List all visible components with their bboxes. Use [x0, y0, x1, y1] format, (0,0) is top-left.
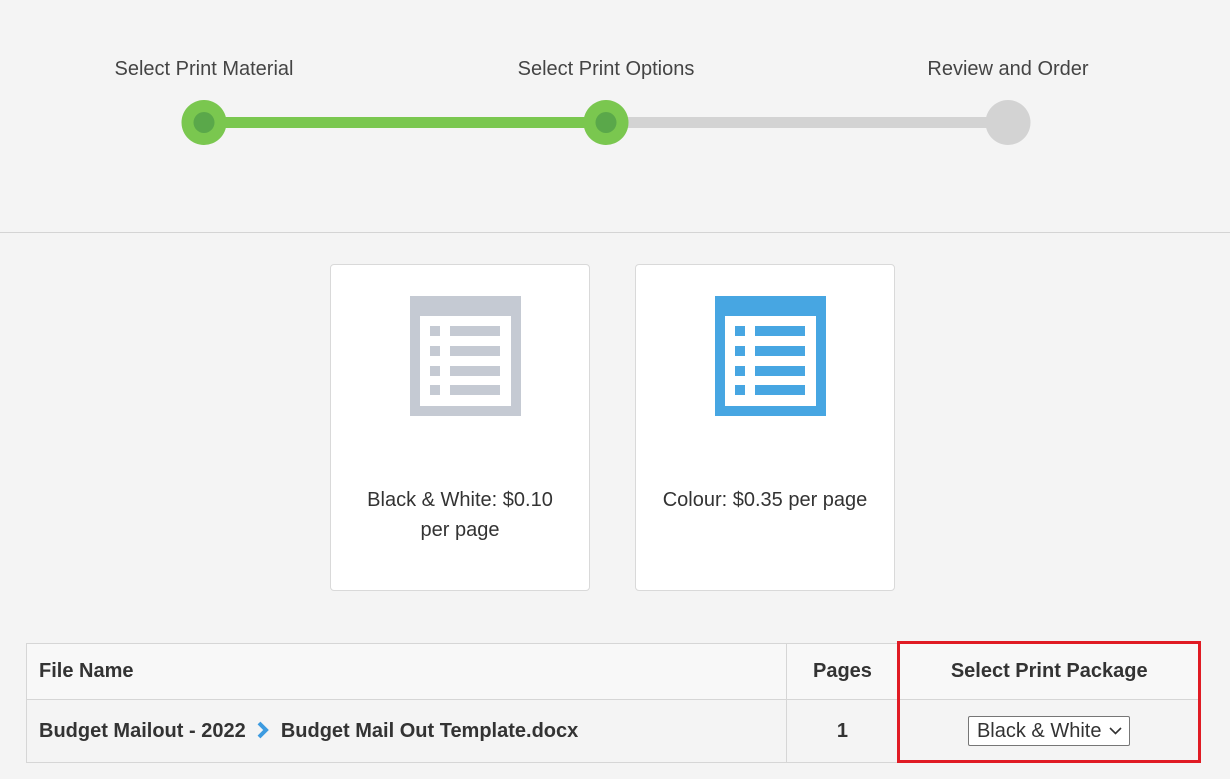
step-label-select-print-options: Select Print Options — [517, 58, 695, 80]
file-name-cell: Budget Mailout - 2022 Budget Mail Out Te… — [26, 699, 787, 763]
column-header-file-name: File Name — [26, 643, 787, 700]
progress-track-pending — [606, 117, 1008, 128]
option-card-black-white[interactable]: Black & White: $0.10 per page — [330, 264, 590, 591]
column-header-print-package: Select Print Package — [898, 643, 1200, 700]
files-table: File Name Pages Select Print Package Bud… — [26, 643, 1200, 763]
progress-track-complete — [204, 117, 606, 128]
table-header-row: File Name Pages Select Print Package — [26, 643, 1200, 700]
print-package-selected-value: Black & White — [976, 719, 1102, 742]
step-label-select-print-material: Select Print Material — [114, 58, 294, 80]
step-node-current — [583, 100, 629, 145]
table-row: Budget Mailout - 2022 Budget Mail Out Te… — [26, 699, 1200, 763]
document-list-icon — [715, 296, 826, 416]
step-label-review-and-order: Review and Order — [927, 58, 1089, 80]
step-node-pending — [985, 100, 1031, 145]
section-divider — [0, 232, 1230, 233]
option-label-black-white: Black & White: $0.10 per page — [367, 489, 553, 541]
option-label-colour: Colour: $0.35 per page — [662, 489, 868, 511]
document-list-icon — [410, 296, 521, 416]
pages-cell: 1 — [785, 699, 900, 763]
file-name: Budget Mail Out Template.docx — [280, 719, 579, 742]
step-node-complete — [181, 100, 227, 145]
folder-name: Budget Mailout - 2022 — [39, 719, 246, 742]
option-card-colour[interactable]: Colour: $0.35 per page — [635, 264, 895, 591]
chevron-down-icon — [1109, 727, 1123, 735]
column-header-pages: Pages — [785, 643, 900, 700]
print-package-select[interactable]: Black & White — [967, 716, 1131, 746]
print-package-cell: Black & White — [898, 699, 1200, 763]
chevron-right-icon — [257, 721, 270, 738]
progress-stepper: Select Print Material Select Print Optio… — [0, 0, 1230, 233]
